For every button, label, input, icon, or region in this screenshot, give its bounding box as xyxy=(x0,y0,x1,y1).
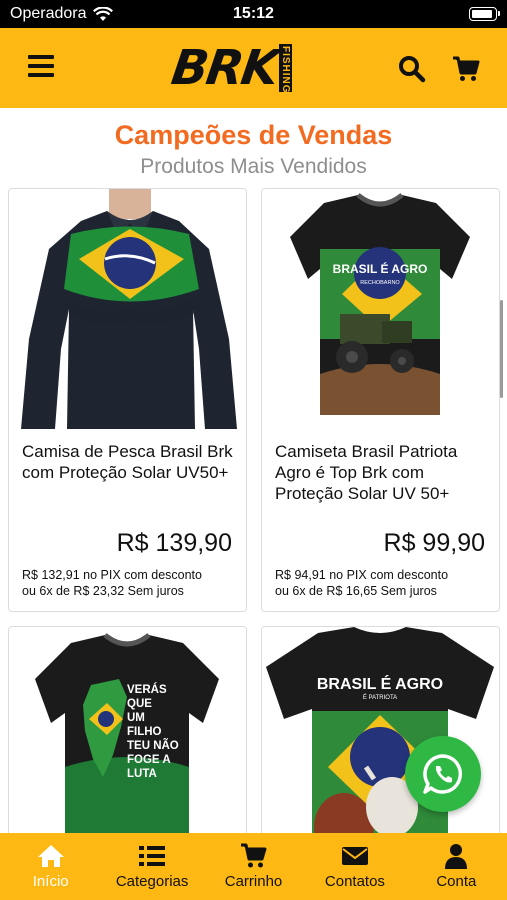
product-image[interactable]: BRASIL É AGRO É PATRIOTA xyxy=(262,627,499,846)
nav-item-carrinho[interactable]: Carrinho xyxy=(203,833,304,900)
user-icon xyxy=(445,844,468,869)
menu-icon xyxy=(28,55,54,77)
whatsapp-button[interactable] xyxy=(405,736,481,812)
product-card[interactable]: Camisa de Pesca Brasil Brk com Proteção … xyxy=(8,188,247,612)
menu-button[interactable] xyxy=(28,55,54,81)
search-icon xyxy=(399,56,426,83)
cart-icon xyxy=(240,843,267,868)
print-line: VERÁS xyxy=(127,683,167,696)
whatsapp-icon xyxy=(423,754,463,794)
product-name[interactable]: Camisa de Pesca Brasil Brk com Proteção … xyxy=(22,441,236,483)
nav-item-inicio[interactable]: Início xyxy=(0,833,101,900)
nav-label: Categorias xyxy=(115,873,189,890)
wifi-icon xyxy=(92,6,113,21)
nav-label: Conta xyxy=(436,873,477,890)
print-line: QUE xyxy=(127,698,152,710)
print-line: LUTA xyxy=(127,768,157,780)
battery-level xyxy=(472,10,492,18)
home-icon xyxy=(37,845,64,867)
product-image[interactable] xyxy=(9,189,246,429)
status-bar: Operadora 15:12 xyxy=(0,0,507,28)
cart-icon xyxy=(453,56,480,81)
pix-price: R$ 94,91 no PIX com desconto xyxy=(275,568,449,582)
product-card[interactable]: VERÁS QUE UM FILHO TEU NÃO FOGE A LUTA xyxy=(8,626,247,846)
print-line: FILHO xyxy=(127,726,162,738)
print-line: FOGE A xyxy=(127,754,171,766)
cart-button[interactable] xyxy=(452,55,480,83)
product-image[interactable]: BRASIL É AGRO RECHOBARNO xyxy=(262,189,499,429)
nav-item-conta[interactable]: Conta xyxy=(406,833,507,900)
scrollbar[interactable] xyxy=(500,300,503,398)
app-header: BRK FISHING xyxy=(0,28,507,108)
brand-logo[interactable]: BRK FISHING xyxy=(168,40,292,96)
print-text: BRASIL É AGRO xyxy=(333,261,428,276)
search-button[interactable] xyxy=(398,55,426,83)
battery-icon xyxy=(469,7,500,21)
product-price: R$ 99,90 xyxy=(383,529,485,557)
status-left: Operadora xyxy=(10,5,113,23)
product-image[interactable]: VERÁS QUE UM FILHO TEU NÃO FOGE A LUTA xyxy=(9,627,246,846)
print-line: TEU NÃO xyxy=(127,739,179,752)
print-text: BRASIL É AGRO xyxy=(317,674,443,693)
nav-item-categorias[interactable]: Categorias xyxy=(101,833,202,900)
product-payment-info: R$ 94,91 no PIX com desconto ou 6x de R$… xyxy=(275,567,495,599)
product-name[interactable]: Camiseta Brasil Patriota Agro é Top Brk … xyxy=(275,441,489,504)
print-subtext: RECHOBARNO xyxy=(360,280,400,286)
bottom-nav: Início Categorias Carrinho Contatos Cont… xyxy=(0,833,507,900)
pix-price: R$ 132,91 no PIX com desconto xyxy=(22,568,202,582)
section-subtitle: Produtos Mais Vendidos xyxy=(140,155,367,178)
logo-subtext: FISHING xyxy=(278,44,292,94)
installments: ou 6x de R$ 16,65 Sem juros xyxy=(275,584,437,598)
envelope-icon xyxy=(341,847,368,865)
print-subtext: É PATRIOTA xyxy=(363,694,397,701)
nav-label: Carrinho xyxy=(224,873,283,890)
logo-text: BRK xyxy=(168,40,281,96)
installments: ou 6x de R$ 23,32 Sem juros xyxy=(22,584,184,598)
product-card[interactable]: BRASIL É AGRO É PATRIOTA xyxy=(261,626,500,846)
carrier-name: Operadora xyxy=(10,5,87,22)
product-card[interactable]: BRASIL É AGRO RECHOBARNO Camiseta Brasil… xyxy=(261,188,500,612)
nav-label: Contatos xyxy=(324,873,385,890)
section-title: Campeões de Vendas xyxy=(114,120,393,150)
product-payment-info: R$ 132,91 no PIX com desconto ou 6x de R… xyxy=(22,567,242,599)
nav-label: Início xyxy=(32,873,69,890)
nav-item-contatos[interactable]: Contatos xyxy=(304,833,405,900)
product-price: R$ 139,90 xyxy=(116,529,232,557)
print-line: UM xyxy=(127,712,145,724)
list-icon xyxy=(139,846,166,866)
